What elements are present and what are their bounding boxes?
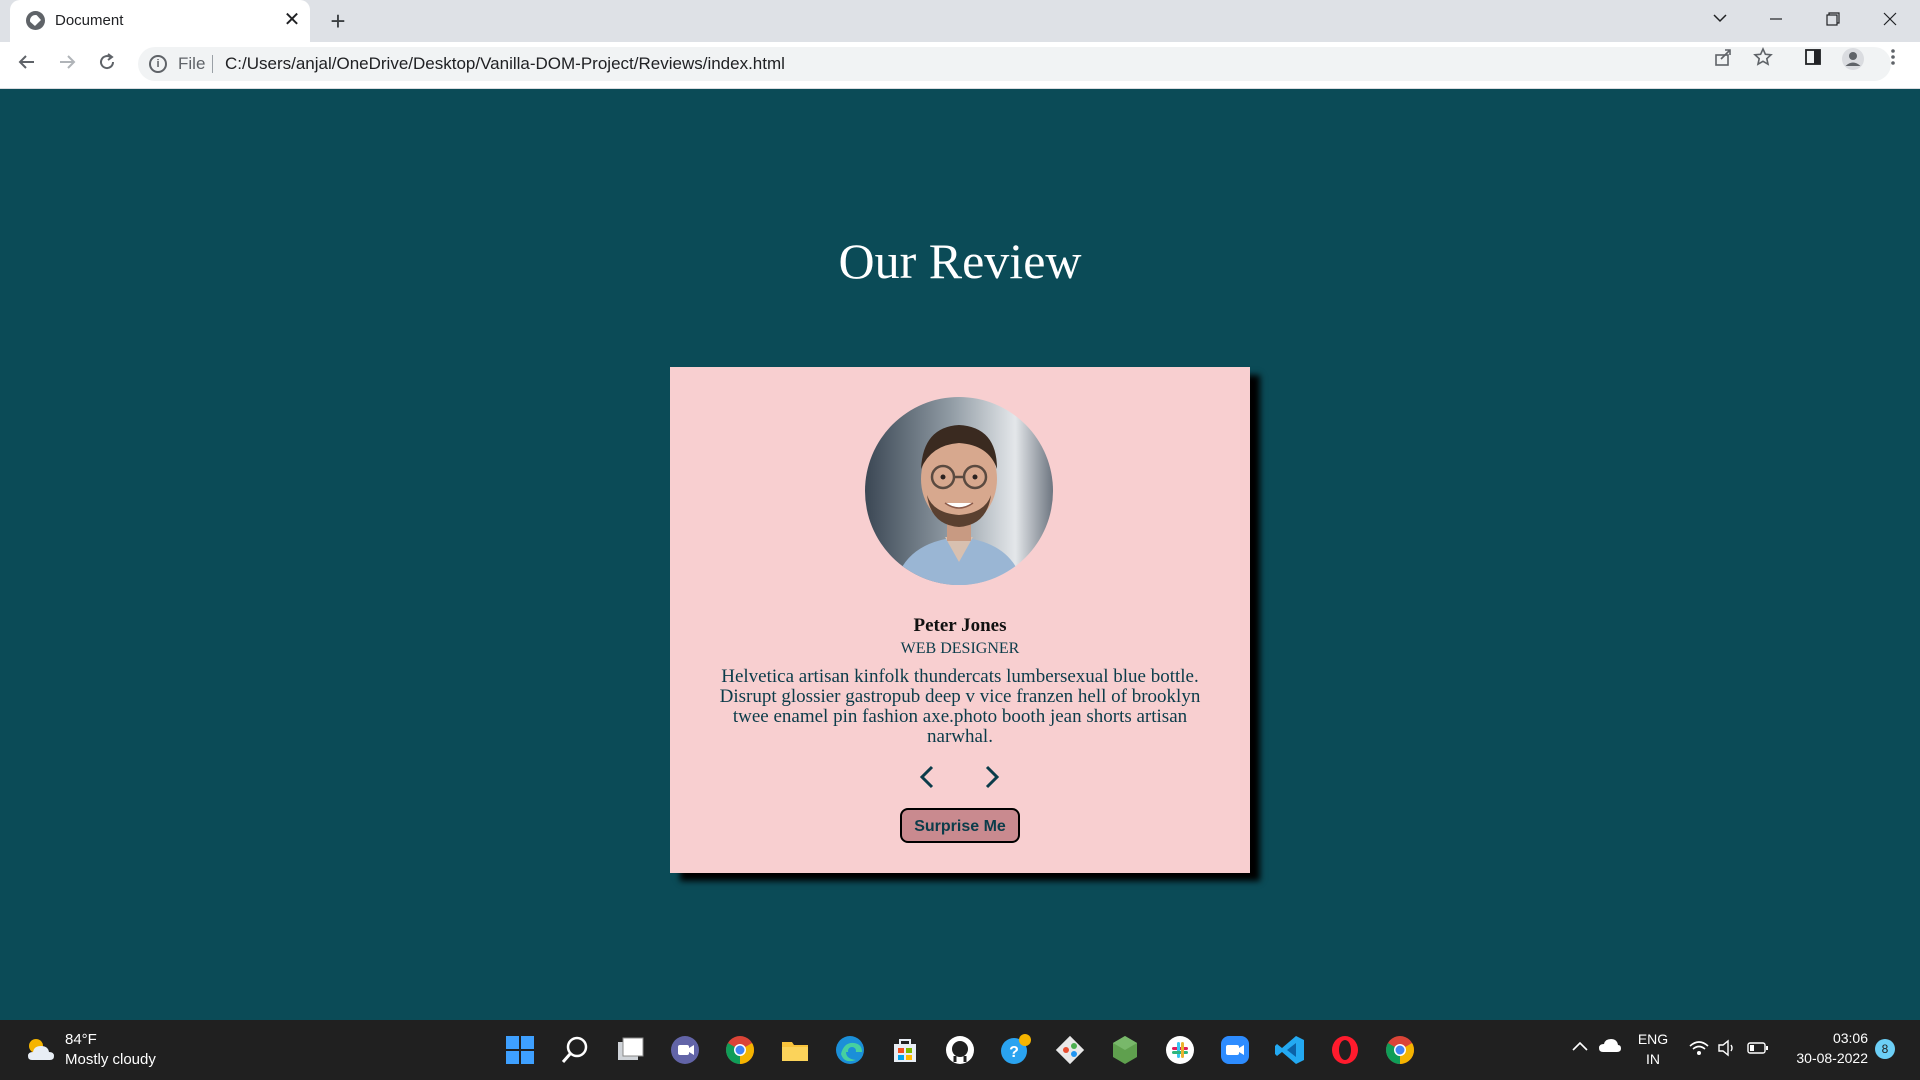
review-text: Helvetica artisan kinfolk thundercats lu… (719, 666, 1201, 747)
chevron-right-icon (985, 765, 1000, 789)
reviewer-name: Peter Jones (913, 615, 1007, 636)
opera-icon[interactable] (1329, 1034, 1361, 1066)
address-separator (212, 55, 213, 73)
star-icon[interactable] (1750, 47, 1776, 73)
forward-icon[interactable] (52, 50, 82, 80)
git-icon[interactable] (1054, 1034, 1086, 1066)
close-icon[interactable]: ✕ (281, 9, 303, 31)
task-view-icon[interactable] (614, 1034, 646, 1066)
reviewer-job: WEB DESIGNER (900, 640, 1020, 657)
edge-icon[interactable] (834, 1034, 866, 1066)
svg-text:?: ? (1009, 1044, 1019, 1061)
language-secondary[interactable]: IN (1636, 1051, 1670, 1067)
clock-date[interactable]: 30-08-2022 (1784, 1050, 1868, 1066)
chevron-left-icon (919, 765, 934, 789)
restore-icon[interactable] (1811, 4, 1855, 36)
weather-condition[interactable]: Mostly cloudy (65, 1051, 156, 1068)
globe-icon (26, 11, 45, 30)
battery-icon[interactable] (1746, 1038, 1770, 1058)
surprise-me-button[interactable]: Surprise Me (900, 808, 1020, 843)
volume-icon[interactable] (1716, 1038, 1738, 1058)
file-explorer-icon[interactable] (779, 1034, 811, 1066)
clock-time[interactable]: 03:06 (1784, 1030, 1868, 1046)
chrome-active-icon[interactable] (1384, 1034, 1416, 1066)
address-url[interactable]: C:/Users/anjal/OneDrive/Desktop/Vanilla-… (225, 54, 785, 74)
next-review-button[interactable] (976, 762, 1006, 792)
tab-title: Document (55, 12, 124, 29)
address-bar[interactable]: i File C:/Users/anjal/OneDrive/Desktop/V… (138, 47, 1891, 81)
minimize-icon[interactable] (1754, 4, 1798, 36)
teams-chat-icon[interactable] (669, 1034, 701, 1066)
windows-start-icon[interactable] (504, 1034, 536, 1066)
profile-icon[interactable] (1840, 47, 1866, 73)
info-icon[interactable]: i (149, 55, 167, 73)
menu-icon[interactable] (1880, 47, 1906, 73)
slack-icon[interactable] (1164, 1034, 1196, 1066)
microsoft-store-icon[interactable] (889, 1034, 921, 1066)
notification-badge[interactable]: 8 (1875, 1039, 1895, 1059)
page-title: Our Review (838, 233, 1082, 289)
tab-document[interactable]: Document ✕ (10, 0, 310, 42)
taskbar: 84°F Mostly cloudy ? ENG IN 03:06 30-08-… (0, 1020, 1920, 1080)
review-card: Peter Jones WEB DESIGNER Helvetica artis… (670, 367, 1250, 873)
side-panel-icon[interactable] (1800, 47, 1826, 73)
back-icon[interactable] (12, 50, 42, 80)
language-primary[interactable]: ENG (1636, 1031, 1670, 1047)
chevron-down-icon[interactable] (1698, 4, 1742, 36)
avatar (865, 397, 1053, 585)
share-icon[interactable] (1710, 47, 1736, 73)
new-tab-icon[interactable]: + (324, 7, 352, 35)
reload-icon[interactable] (92, 50, 122, 80)
nodejs-icon[interactable] (1109, 1034, 1141, 1066)
weather-temperature[interactable]: 84°F (65, 1031, 97, 1048)
weather-cloud-icon[interactable] (24, 1034, 58, 1064)
help-icon[interactable]: ? (999, 1034, 1031, 1066)
window-close-icon[interactable] (1868, 4, 1912, 36)
browser-toolbar: i File C:/Users/anjal/OneDrive/Desktop/V… (0, 42, 1920, 89)
chevron-up-icon[interactable] (1570, 1036, 1590, 1056)
wifi-icon[interactable] (1688, 1038, 1710, 1058)
chrome-icon[interactable] (724, 1034, 756, 1066)
search-icon[interactable] (559, 1034, 591, 1066)
zoom-icon[interactable] (1219, 1034, 1251, 1066)
browser-tab-bar: Document ✕ + (0, 0, 1920, 42)
prev-review-button[interactable] (913, 762, 943, 792)
github-icon[interactable] (944, 1034, 976, 1066)
onedrive-cloud-icon[interactable] (1598, 1036, 1622, 1056)
vscode-icon[interactable] (1274, 1034, 1306, 1066)
address-scheme: File (178, 54, 206, 73)
